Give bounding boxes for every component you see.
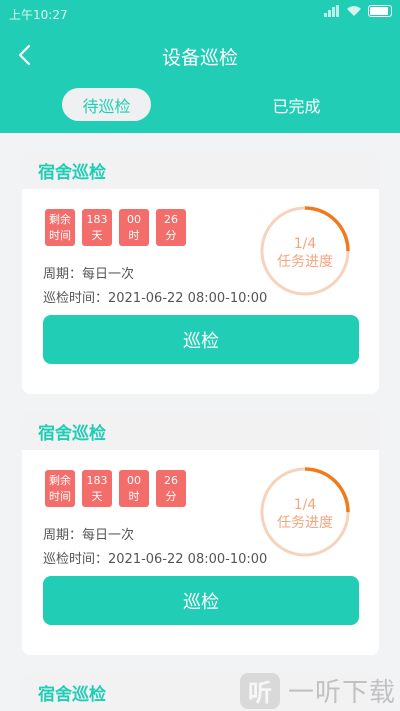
tab-pending[interactable]: 待巡检	[62, 88, 151, 121]
battery-icon	[368, 5, 392, 17]
progress-fraction: 1/4	[293, 497, 317, 513]
countdown-chip-minutes: 26 分	[156, 209, 186, 246]
countdown-chips: 剩余 时间 183 天 00 时 26 分	[45, 470, 186, 507]
inspect-button[interactable]: 巡检	[43, 315, 359, 364]
page-title: 设备巡检	[161, 47, 238, 69]
inspection-time: 巡检时间：2021-06-22 08:00-10:00	[43, 552, 268, 567]
progress-label: 任务进度	[277, 254, 333, 270]
progress-text: 1/4 任务进度	[258, 235, 352, 271]
progress-text: 1/4 任务进度	[258, 496, 352, 532]
card-title: 宿舍巡检	[22, 412, 379, 450]
countdown-chip-remaining: 剩余 时间	[45, 209, 75, 246]
wifi-icon	[347, 6, 361, 16]
inspection-card: 宿舍巡检 剩余 时间 183 天 00 时 26 分 周期：每日一次 巡检时间：2021…	[22, 412, 379, 655]
watermark-text: 一听下载	[288, 678, 397, 708]
status-icons	[324, 5, 392, 17]
inspection-period: 周期：每日一次	[43, 267, 135, 282]
countdown-chip-days: 183 天	[82, 470, 112, 507]
countdown-chip-hours: 00 时	[119, 209, 149, 246]
countdown-chip-days: 183 天	[82, 209, 112, 246]
status-time: 上午10:27	[9, 8, 68, 22]
inspect-button[interactable]: 巡检	[43, 576, 359, 625]
tab-completed[interactable]: 已完成	[252, 88, 341, 121]
progress-label: 任务进度	[277, 515, 333, 531]
watermark: 听 一听下载	[240, 672, 396, 709]
countdown-chip-minutes: 26 分	[156, 470, 186, 507]
countdown-chip-remaining: 剩余 时间	[45, 470, 75, 507]
inspection-time: 巡检时间：2021-06-22 08:00-10:00	[43, 291, 268, 306]
status-bar: 上午10:27	[0, 0, 400, 28]
watermark-logo: 听	[240, 672, 280, 709]
inspection-period: 周期：每日一次	[43, 528, 135, 543]
countdown-chip-hours: 00 时	[119, 470, 149, 507]
signal-icon	[324, 5, 340, 17]
countdown-chips: 剩余 时间 183 天 00 时 26 分	[45, 209, 186, 246]
inspection-card: 宿舍巡检 剩余 时间 183 天 00 时 26 分 周期：每日一次 巡检时间：2021…	[22, 151, 379, 394]
card-title: 宿舍巡检	[22, 151, 379, 189]
progress-fraction: 1/4	[293, 236, 317, 252]
